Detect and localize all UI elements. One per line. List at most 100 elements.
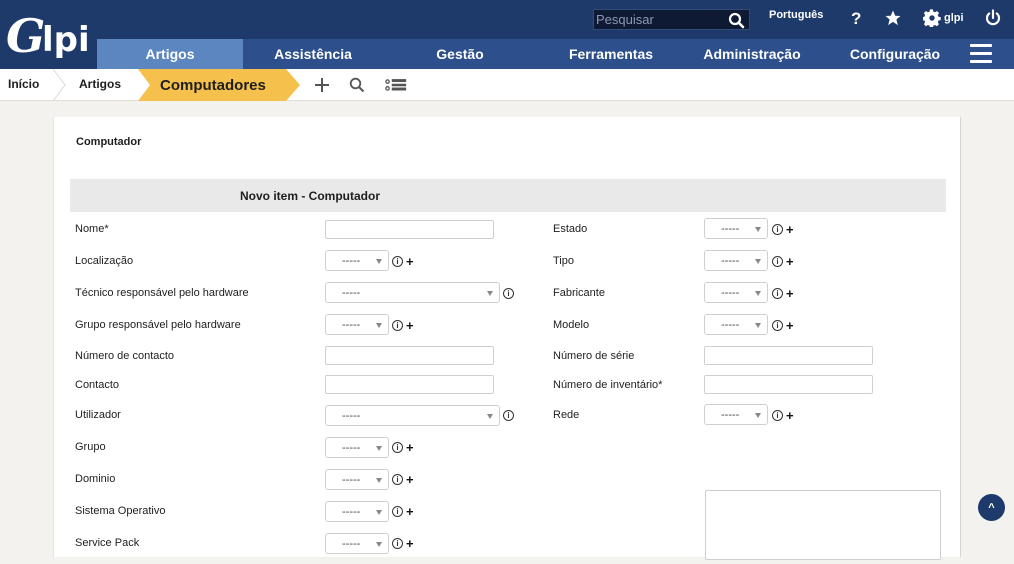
- os-select[interactable]: -----: [325, 501, 389, 522]
- add-status-icon[interactable]: +: [786, 223, 794, 236]
- domain-select[interactable]: -----: [325, 469, 389, 490]
- form-card: Computador Novo item - Computador Nome* …: [53, 117, 961, 560]
- info-icon[interactable]: i: [392, 442, 403, 453]
- status-select[interactable]: -----: [704, 218, 768, 239]
- user-menu[interactable]: glpi: [944, 12, 964, 24]
- label-network: Rede: [553, 409, 580, 421]
- info-icon[interactable]: i: [772, 224, 783, 235]
- contact-num-input[interactable]: [326, 348, 493, 366]
- list-icon[interactable]: [385, 75, 407, 95]
- global-search: [593, 9, 750, 30]
- add-manufacturer-icon[interactable]: +: [786, 287, 794, 300]
- contact-input[interactable]: [326, 377, 493, 395]
- info-icon[interactable]: i: [392, 474, 403, 485]
- name-input[interactable]: [326, 222, 493, 240]
- menu-item-gestao[interactable]: Gestão: [410, 39, 510, 69]
- manufacturer-select[interactable]: -----: [704, 282, 768, 303]
- breadcrumb-separator-icon: [52, 69, 66, 101]
- serial-input[interactable]: [705, 348, 872, 366]
- search-input[interactable]: [596, 11, 724, 28]
- model-select[interactable]: -----: [704, 314, 768, 335]
- add-location-icon[interactable]: +: [406, 255, 414, 268]
- add-network-icon[interactable]: +: [786, 409, 794, 422]
- label-domain: Dominio: [75, 473, 116, 485]
- user-select[interactable]: -----: [325, 405, 500, 426]
- star-icon[interactable]: [882, 6, 904, 30]
- add-type-icon[interactable]: +: [786, 255, 794, 268]
- menu-item-configuracao[interactable]: Configuração: [837, 39, 953, 69]
- add-os-icon[interactable]: +: [406, 505, 414, 518]
- label-location: Localização: [75, 255, 134, 267]
- info-icon[interactable]: i: [772, 410, 783, 421]
- label-tech-group: Grupo responsável pelo hardware: [75, 319, 241, 331]
- contact-field: [325, 375, 494, 395]
- form-header: Novo item - Computador: [70, 179, 946, 212]
- group-select[interactable]: -----: [325, 437, 389, 458]
- label-type: Tipo: [553, 255, 574, 267]
- label-inventory: Número de inventário*: [553, 379, 663, 391]
- gear-icon[interactable]: [921, 6, 943, 30]
- main-menu: Artigos Assistência Gestão Ferramentas A…: [97, 39, 1014, 69]
- comments-field: [705, 490, 941, 560]
- inventory-input[interactable]: [705, 377, 872, 395]
- breadcrumb-artigos[interactable]: Artigos: [79, 69, 121, 101]
- status-value: -----: [721, 223, 740, 235]
- serial-field: [704, 346, 873, 366]
- label-tech-user: Técnico responsável pelo hardware: [75, 287, 249, 299]
- search-icon[interactable]: [346, 75, 368, 95]
- menu-item-assistencia[interactable]: Assistência: [253, 39, 373, 69]
- power-icon[interactable]: [982, 6, 1004, 30]
- type-select[interactable]: -----: [704, 250, 768, 271]
- info-icon[interactable]: i: [392, 538, 403, 549]
- info-icon[interactable]: i: [503, 288, 514, 299]
- info-icon[interactable]: i: [392, 506, 403, 517]
- comments-textarea[interactable]: [706, 491, 940, 559]
- info-icon[interactable]: i: [772, 320, 783, 331]
- tech-user-select[interactable]: -----: [325, 282, 500, 303]
- label-os: Sistema Operativo: [75, 505, 166, 517]
- menu-item-ferramentas[interactable]: Ferramentas: [546, 39, 676, 69]
- type-value: -----: [721, 255, 740, 267]
- svg-text:?: ?: [851, 9, 861, 27]
- tech-group-select[interactable]: -----: [325, 314, 389, 335]
- menu-item-artigos[interactable]: Artigos: [97, 39, 243, 69]
- breadcrumb-current[interactable]: Computadores: [138, 69, 300, 101]
- app-header: G lpi Português ? glpi Artigos Assistênc…: [0, 0, 1014, 69]
- language-switcher[interactable]: Português: [769, 9, 823, 21]
- info-icon[interactable]: i: [772, 288, 783, 299]
- tech-group-value: -----: [342, 319, 361, 331]
- service-pack-select[interactable]: -----: [325, 533, 389, 554]
- network-value: -----: [721, 409, 740, 421]
- add-domain-icon[interactable]: +: [406, 473, 414, 486]
- label-manufacturer: Fabricante: [553, 287, 605, 299]
- contact-num-field: [325, 346, 494, 366]
- info-icon[interactable]: i: [772, 256, 783, 267]
- add-model-icon[interactable]: +: [786, 319, 794, 332]
- info-icon[interactable]: i: [503, 410, 514, 421]
- menu-item-administracao[interactable]: Administração: [687, 39, 817, 69]
- info-icon[interactable]: i: [392, 256, 403, 267]
- label-user: Utilizador: [75, 409, 121, 421]
- breadcrumb-home[interactable]: Início: [8, 69, 39, 101]
- scroll-to-top-button[interactable]: ^: [978, 494, 1005, 521]
- info-icon[interactable]: i: [392, 320, 403, 331]
- hamburger-menu-icon[interactable]: [970, 44, 992, 64]
- add-icon[interactable]: [311, 75, 333, 95]
- label-serial: Número de série: [553, 350, 635, 362]
- label-status: Estado: [553, 223, 588, 235]
- manufacturer-value: -----: [721, 287, 740, 299]
- network-select[interactable]: -----: [704, 404, 768, 425]
- inventory-field: [704, 375, 873, 395]
- breadcrumb: Início Artigos Computadores: [0, 69, 1014, 101]
- search-icon[interactable]: [726, 11, 746, 29]
- add-group-icon[interactable]: +: [406, 441, 414, 454]
- location-select[interactable]: -----: [325, 250, 389, 271]
- service-pack-value: -----: [342, 538, 361, 550]
- os-value: -----: [342, 506, 361, 518]
- breadcrumb-current-label: Computadores: [160, 77, 266, 94]
- add-service-pack-icon[interactable]: +: [406, 537, 414, 550]
- add-tech-group-icon[interactable]: +: [406, 319, 414, 332]
- user-value: -----: [342, 410, 361, 422]
- label-group: Grupo: [75, 441, 106, 453]
- help-icon[interactable]: ?: [845, 6, 867, 30]
